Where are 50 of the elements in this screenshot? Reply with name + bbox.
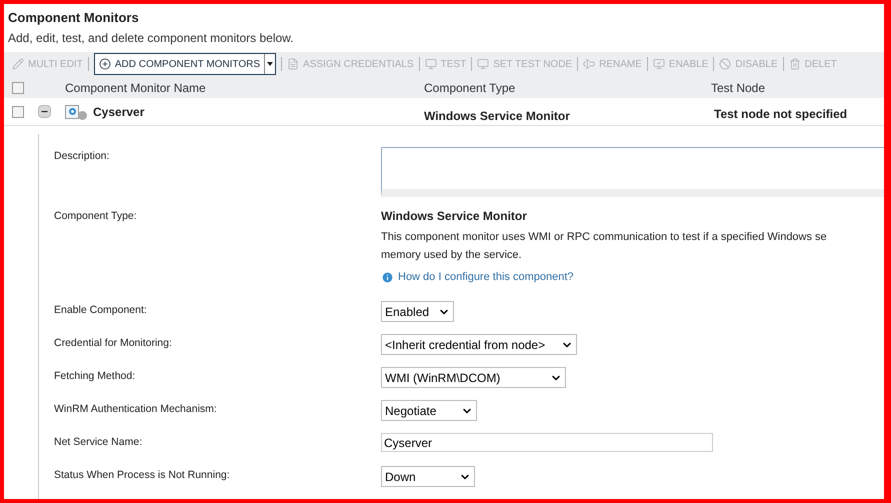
dropdown[interactable]: WMI (WinRM\DCOM) [381,367,566,388]
text-cursor-icon [583,58,596,70]
page-subtitle: Add, edit, test, and delete component monitors below. [8,30,295,46]
help-link[interactable]: How do I configure this component? [381,268,827,286]
trash-icon [788,58,801,70]
column-header: Component Monitor Name [65,80,207,97]
document-icon [287,58,300,70]
page-title: Component Monitors [8,9,140,27]
monitor-check-icon [652,58,665,70]
monitor-icon [424,58,437,70]
dropdown-value: Enabled [385,304,430,320]
checkbox[interactable] [12,82,24,94]
component-description: memory used by the service. [381,248,523,263]
add-button[interactable]: ADD COMPONENT MONITORS [94,53,276,76]
dropdown[interactable]: Negotiate [381,400,477,421]
dropdown-value: Down [385,468,416,486]
text-field[interactable]: Cyserver [381,433,713,452]
dropdown[interactable]: Enabled [381,301,454,322]
description-field[interactable] [381,147,884,197]
field-label: Status When Process is Not Running: [54,468,231,483]
monitor-name: Cyserver [93,104,144,120]
column-header: Test Node [711,80,766,97]
caret-icon [267,62,274,66]
pencil-icon [12,58,24,70]
field-label: Net Service Name: [54,435,144,450]
component-description: This component monitor uses WMI or RPC communication to test if a specified Windows se [381,230,827,245]
field-label: Fetching Method: [54,369,136,384]
add-button-label: ADD COMPONENT MONITORS [114,58,260,72]
field-label: Component Type: [54,209,138,224]
dropdown-value: <Inherit credential from node> [385,336,546,354]
text-field-value: Cyserver [384,434,432,452]
field-label: WinRM Authentication Mechanism: [54,402,218,417]
checkbox[interactable] [12,106,24,118]
table-cell-text: Test node not specified [714,106,848,122]
column-header: Component Type [424,80,516,97]
collapse-toggle[interactable] [38,105,51,118]
ban-icon [719,58,732,70]
info-icon [381,270,394,284]
dropdown[interactable]: Down [381,466,475,487]
component-type-title: Windows Service Monitor [381,208,528,225]
dropdown-value: WMI (WinRM\DCOM) [385,370,500,386]
dropdown[interactable]: <Inherit credential from node> [381,334,577,355]
plus-circle-icon [98,58,111,70]
monitor-icon [65,104,87,120]
field-label: Credential for Monitoring: [54,336,173,351]
dropdown-value: Negotiate [385,402,436,420]
field-label: Description: [54,149,110,164]
field-label: Enable Component: [54,303,148,318]
monitor-icon [477,58,490,70]
table-cell-text: Windows Service Monitor [424,108,571,124]
